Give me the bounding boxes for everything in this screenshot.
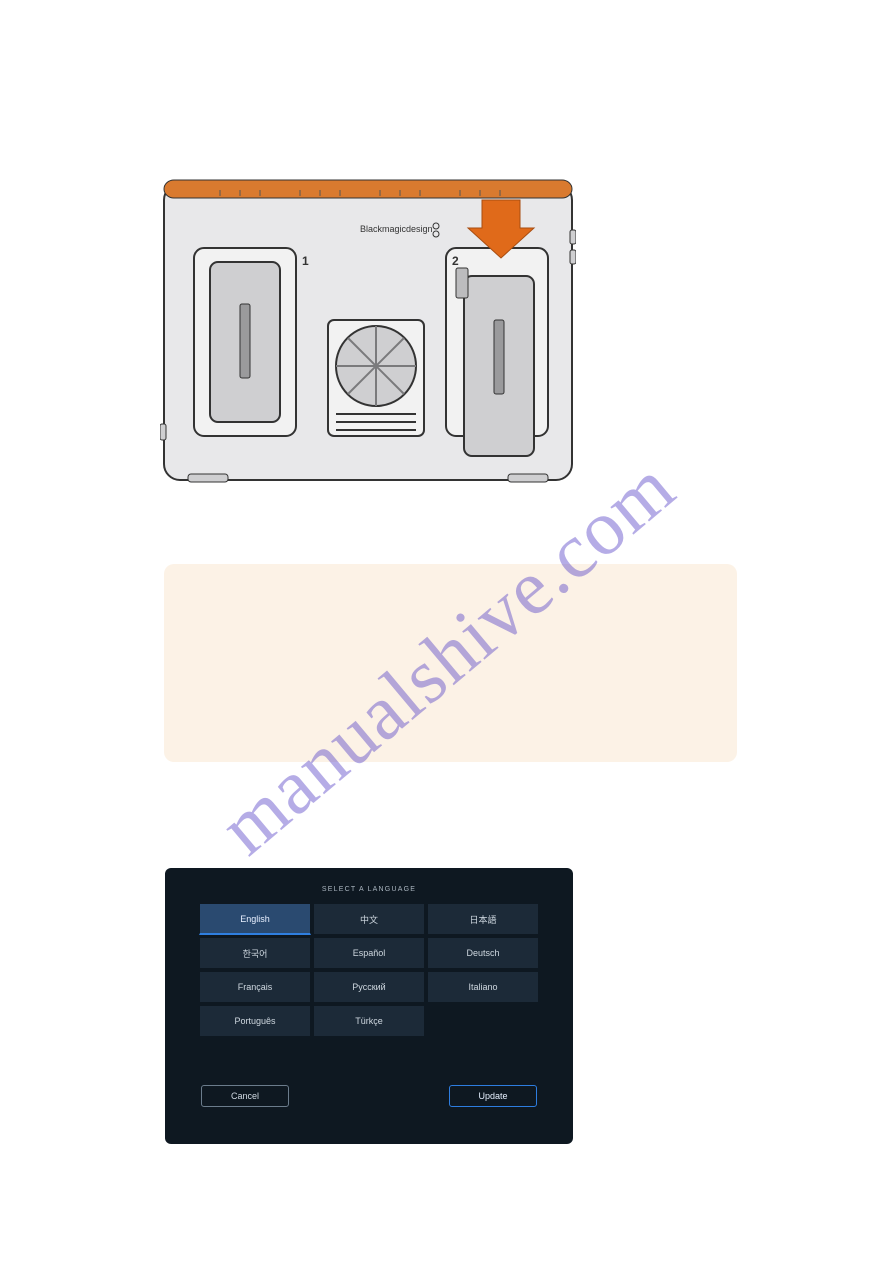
lang-option-french[interactable]: Français [199,971,311,1003]
language-select-title: SELECT A LANGUAGE [181,886,557,893]
product-diagram: Blackmagicdesign 1 [160,170,576,492]
svg-text:2: 2 [452,254,459,268]
lang-option-spanish[interactable]: Español [313,937,425,969]
lang-option-korean[interactable]: 한국어 [199,937,311,969]
language-button-row: Cancel Update [201,1085,537,1107]
lang-option-turkish[interactable]: Türkçe [313,1005,425,1037]
lang-option-russian[interactable]: Русский [313,971,425,1003]
page-root: manualshive.com Blackmagi [0,0,893,1263]
language-select-panel: SELECT A LANGUAGE English 中文 日本語 한국어 Esp… [165,868,573,1144]
tip-callout [164,564,737,762]
lang-option-german[interactable]: Deutsch [427,937,539,969]
language-grid: English 中文 日本語 한국어 Español Deutsch Franç… [199,903,539,1037]
update-button[interactable]: Update [449,1085,537,1107]
lang-option-portuguese[interactable]: Português [199,1005,311,1037]
cancel-button[interactable]: Cancel [201,1085,289,1107]
lang-option-japanese[interactable]: 日本語 [427,903,539,935]
svg-text:1: 1 [302,254,309,268]
lang-option-chinese[interactable]: 中文 [313,903,425,935]
lang-option-english[interactable]: English [199,903,311,935]
lang-option-blank [427,1005,539,1037]
lang-option-italian[interactable]: Italiano [427,971,539,1003]
svg-text:Blackmagicdesign: Blackmagicdesign [360,224,433,234]
